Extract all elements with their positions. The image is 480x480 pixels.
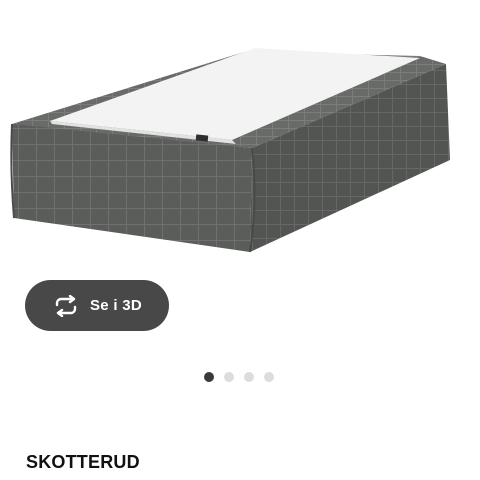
carousel-dot-1[interactable] bbox=[204, 372, 214, 382]
brand-tag bbox=[195, 134, 209, 142]
rotate-3d-icon bbox=[52, 294, 80, 317]
bed-base-illustration bbox=[10, 48, 450, 253]
carousel-dot-2[interactable] bbox=[224, 372, 234, 382]
view-in-3d-button[interactable]: Se i 3D bbox=[25, 280, 169, 331]
product-title: SKOTTERUD bbox=[26, 452, 140, 472]
image-carousel-dots bbox=[204, 372, 274, 382]
carousel-dot-4[interactable] bbox=[264, 372, 274, 382]
product-image[interactable] bbox=[0, 0, 480, 270]
carousel-dot-3[interactable] bbox=[244, 372, 254, 382]
view-in-3d-label: Se i 3D bbox=[89, 297, 143, 314]
product-description-cut bbox=[26, 474, 326, 480]
